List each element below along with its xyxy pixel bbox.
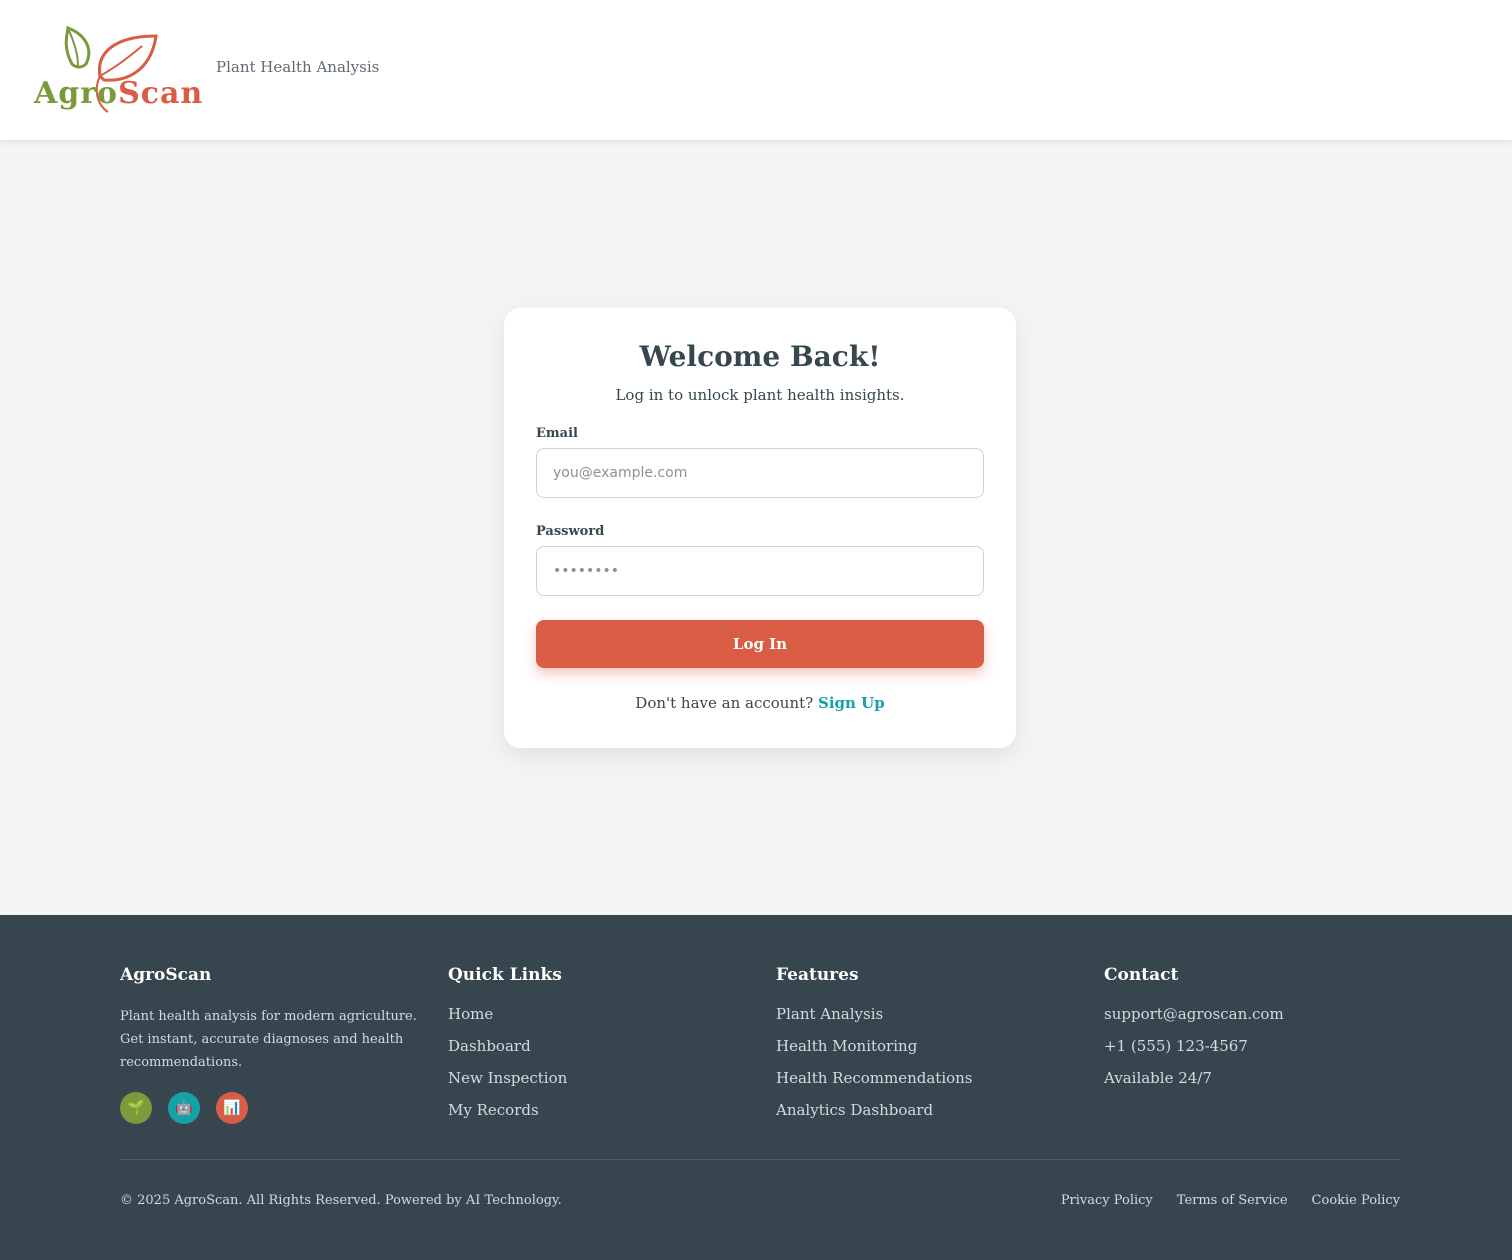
- login-button[interactable]: Log In: [536, 620, 984, 668]
- header-tagline: Plant Health Analysis: [216, 58, 380, 76]
- contact-phone[interactable]: +1 (555) 123-4567: [1104, 1037, 1404, 1055]
- email-label: Email: [536, 426, 578, 441]
- site-footer: AgroScan Plant health analysis for moder…: [0, 915, 1512, 1260]
- privacy-policy-link[interactable]: Privacy Policy: [1061, 1193, 1153, 1208]
- site-header: AgroScan Plant Health Analysis: [0, 0, 1512, 140]
- footer-brand-title: AgroScan: [120, 965, 212, 985]
- features-title: Features: [776, 965, 859, 985]
- login-card: Welcome Back! Log in to unlock plant hea…: [504, 308, 1016, 748]
- footer-link-dashboard[interactable]: Dashboard: [448, 1037, 748, 1055]
- agroscan-logo[interactable]: AgroScan: [34, 24, 202, 116]
- contact-availability: Available 24/7: [1104, 1069, 1212, 1087]
- footer-copyright: © 2025 AgroScan. All Rights Reserved. Po…: [120, 1193, 562, 1208]
- footer-link-home[interactable]: Home: [448, 1005, 748, 1023]
- footer-brand: AgroScan Plant health analysis for moder…: [120, 965, 420, 1124]
- footer-link-health-recommendations[interactable]: Health Recommendations: [776, 1069, 1076, 1087]
- footer-link-new-inspection[interactable]: New Inspection: [448, 1069, 748, 1087]
- login-subtitle: Log in to unlock plant health insights.: [615, 386, 905, 404]
- signup-link[interactable]: Sign Up: [818, 694, 885, 712]
- footer-contact: Contact support@agroscan.com +1 (555) 12…: [1104, 965, 1404, 1101]
- footer-link-my-records[interactable]: My Records: [448, 1101, 748, 1119]
- email-field[interactable]: [536, 448, 984, 498]
- logo-scan-text: Scan: [118, 76, 204, 111]
- cookie-policy-link[interactable]: Cookie Policy: [1312, 1193, 1400, 1208]
- footer-link-health-monitoring[interactable]: Health Monitoring: [776, 1037, 1076, 1055]
- footer-quick-links: Quick Links Home Dashboard New Inspectio…: [448, 965, 748, 1133]
- terms-of-service-link[interactable]: Terms of Service: [1177, 1193, 1288, 1208]
- footer-link-plant-analysis[interactable]: Plant Analysis: [776, 1005, 1076, 1023]
- signup-row: Don't have an account? Sign Up: [504, 694, 1016, 712]
- footer-divider: [120, 1159, 1400, 1160]
- logo-wordmark: AgroScan: [34, 76, 203, 112]
- password-field[interactable]: [536, 546, 984, 596]
- login-title: Welcome Back!: [639, 340, 881, 373]
- footer-legal-links: Privacy Policy Terms of Service Cookie P…: [1061, 1193, 1400, 1208]
- contact-email[interactable]: support@agroscan.com: [1104, 1005, 1404, 1023]
- robot-icon[interactable]: 🤖: [168, 1092, 200, 1124]
- contact-title: Contact: [1104, 965, 1179, 985]
- footer-link-analytics-dashboard[interactable]: Analytics Dashboard: [776, 1101, 1076, 1119]
- seedling-icon[interactable]: 🌱: [120, 1092, 152, 1124]
- footer-features: Features Plant Analysis Health Monitorin…: [776, 965, 1076, 1133]
- signup-prompt: Don't have an account?: [635, 694, 814, 712]
- bar-chart-icon[interactable]: 📊: [216, 1092, 248, 1124]
- footer-icons: 🌱 🤖 📊: [120, 1092, 420, 1124]
- logo-agro-text: Agro: [34, 76, 119, 111]
- quick-links-title: Quick Links: [448, 965, 562, 985]
- password-label: Password: [536, 524, 605, 539]
- footer-brand-description: Plant health analysis for modern agricul…: [120, 1009, 417, 1070]
